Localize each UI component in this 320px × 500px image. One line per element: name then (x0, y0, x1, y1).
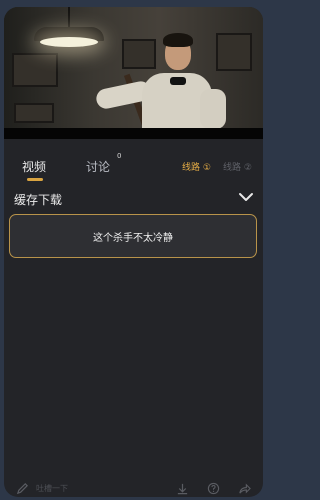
line-selector-secondary[interactable]: 线路 ② (223, 160, 252, 173)
tab-bar: 视频 讨论 0 线路 ① 线路 ② (4, 150, 263, 184)
line-selector-active[interactable]: 线路 ① (182, 160, 211, 173)
download-icon[interactable] (176, 482, 189, 495)
edit-icon[interactable] (16, 482, 29, 495)
share-icon[interactable] (238, 482, 251, 495)
tab-video[interactable]: 视频 (22, 158, 46, 175)
cache-download-title: 缓存下载 (14, 193, 63, 207)
character-hair (163, 33, 193, 47)
phone-screen: 视频 讨论 0 线路 ① 线路 ② 缓存下载 这个杀手不太冷静 吐槽一下 (4, 7, 263, 497)
wall-picture (12, 53, 58, 87)
discussion-count-badge: 0 (117, 152, 122, 160)
video-player[interactable] (4, 7, 263, 139)
lamp-light (40, 37, 98, 47)
wall-picture (14, 103, 54, 123)
tab-discussion[interactable]: 讨论 (86, 158, 110, 175)
help-icon[interactable] (207, 482, 220, 495)
chevron-down-icon[interactable] (237, 188, 255, 206)
cache-download-row[interactable]: 缓存下载 (4, 184, 263, 214)
episode-title: 这个杀手不太冷静 (93, 232, 173, 244)
bottom-bar: 吐槽一下 (4, 481, 263, 497)
episode-item[interactable]: 这个杀手不太冷静 (9, 214, 257, 258)
video-control-bar (4, 128, 263, 139)
wall-picture (216, 33, 252, 71)
character-bowtie (170, 77, 186, 85)
lamp-cord (68, 7, 70, 27)
wall-picture (122, 39, 156, 69)
video-frame (4, 7, 263, 133)
tab-active-indicator (27, 178, 43, 181)
character-arm (200, 89, 226, 129)
comment-input[interactable]: 吐槽一下 (36, 483, 68, 494)
